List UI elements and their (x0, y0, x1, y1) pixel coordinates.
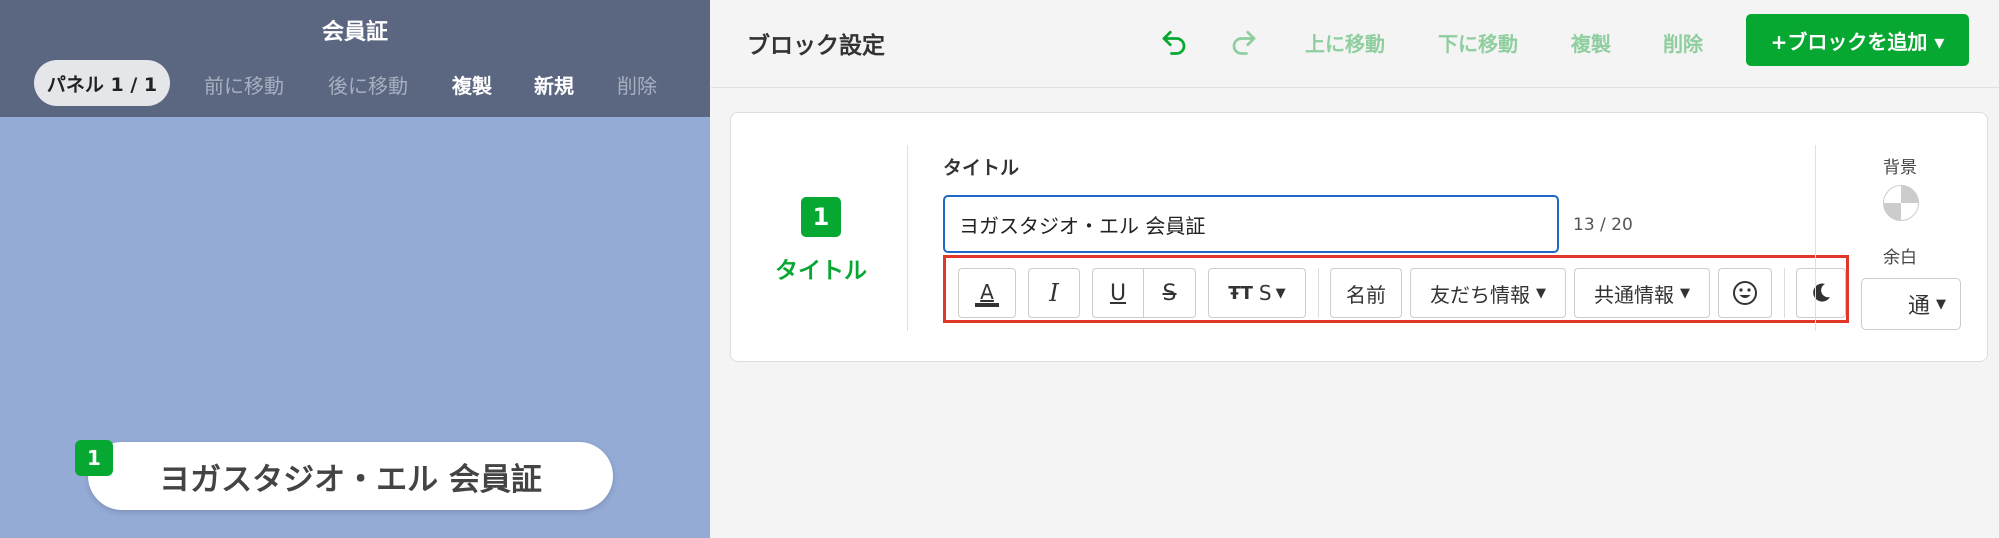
divider (1784, 268, 1785, 318)
emoji-icon[interactable] (1718, 268, 1772, 318)
chevron-down-icon: ▼ (1680, 285, 1690, 301)
underline-icon[interactable]: U (1092, 268, 1144, 318)
chevron-down-icon: ▼ (1275, 285, 1286, 301)
divider (907, 145, 908, 331)
font-size-icon: ŦT (1228, 282, 1253, 304)
background-label: 背景 (1883, 158, 1917, 178)
block-settings-header: ブロック設定 上に移動 下に移動 複製 削除 +ブロックを追加 ▾ (711, 0, 1999, 88)
margin-label: 余白 (1883, 248, 1917, 268)
title-field-label: タイトル (943, 157, 1020, 179)
move-down-button[interactable]: 下に移動 (1438, 28, 1518, 57)
insert-name-button[interactable]: 名前 (1330, 268, 1402, 318)
margin-value: 通 (1907, 294, 1930, 319)
add-block-button[interactable]: +ブロックを追加 ▾ (1746, 14, 1969, 66)
char-counter: 13 / 20 (1573, 215, 1633, 235)
preview-block-number: 1 (75, 440, 113, 476)
font-size-value: S (1258, 281, 1272, 305)
friend-info-label: 友だち情報 (1430, 282, 1530, 307)
strikethrough-icon[interactable]: S (1144, 268, 1196, 318)
background-color-picker[interactable] (1883, 185, 1919, 221)
preview-panel: 会員証 パネル 1 / 1 前に移動 後に移動 複製 新規 削除 ヨガスタジオ・… (0, 0, 710, 538)
divider (1815, 145, 1816, 331)
text-format-toolbar: A I U S ŦT S ▼ 名前 友だち情報 ▼ 共通情報 ▼ (943, 255, 1849, 323)
move-next-button[interactable]: 後に移動 (328, 70, 408, 99)
preview-title-card[interactable]: ヨガスタジオ・エル 会員証 (88, 442, 613, 510)
svg-text:A: A (980, 280, 994, 304)
block-number: 1 (801, 197, 841, 237)
undo-icon[interactable] (1159, 26, 1189, 63)
common-info-dropdown[interactable]: 共通情報 ▼ (1574, 268, 1710, 318)
delete-panel-button[interactable]: 削除 (617, 70, 657, 99)
delete-block-button[interactable]: 削除 (1663, 28, 1703, 57)
move-prev-button[interactable]: 前に移動 (204, 70, 284, 99)
panel-selector[interactable]: パネル 1 / 1 (34, 60, 170, 106)
chevron-down-icon: ▼ (1936, 296, 1946, 312)
chevron-down-icon: ▼ (1536, 285, 1546, 301)
page-title: ブロック設定 (747, 33, 885, 59)
preview-title: 会員証 (321, 20, 388, 45)
title-block-card: 1 タイトル タイトル 13 / 20 A I U S ŦT S ▼ 名前 友だ… (730, 112, 1988, 362)
moon-icon[interactable] (1796, 268, 1846, 318)
font-size-dropdown[interactable]: ŦT S ▼ (1208, 268, 1306, 318)
text-color-icon[interactable]: A (958, 268, 1016, 318)
duplicate-panel-button[interactable]: 複製 (452, 70, 492, 99)
italic-icon[interactable]: I (1028, 268, 1080, 318)
title-input[interactable] (943, 195, 1559, 253)
preview-header: 会員証 パネル 1 / 1 前に移動 後に移動 複製 新規 削除 (0, 0, 710, 117)
redo-icon[interactable] (1229, 26, 1259, 63)
common-info-label: 共通情報 (1594, 282, 1674, 307)
move-up-button[interactable]: 上に移動 (1305, 28, 1385, 57)
duplicate-block-button[interactable]: 複製 (1571, 28, 1611, 57)
friend-info-dropdown[interactable]: 友だち情報 ▼ (1410, 268, 1566, 318)
divider (1318, 268, 1319, 318)
margin-select[interactable]: 通 ▼ (1861, 278, 1961, 330)
new-panel-button[interactable]: 新規 (534, 70, 574, 99)
block-type-label: タイトル (775, 258, 867, 284)
